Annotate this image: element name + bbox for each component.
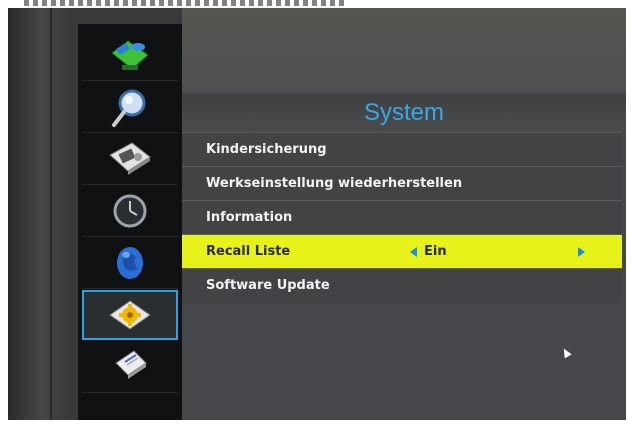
sidebar-item-network[interactable] bbox=[82, 238, 178, 289]
sidebar-item-timer[interactable] bbox=[82, 186, 178, 237]
page-title: System bbox=[182, 94, 626, 132]
screen-bezel bbox=[8, 8, 68, 420]
globe-icon bbox=[117, 247, 143, 279]
menu-item-label: Recall Liste bbox=[206, 244, 291, 259]
content-panel: System Kindersicherung Werkseinstellung … bbox=[182, 8, 626, 420]
menu-item-label: Information bbox=[206, 210, 293, 225]
menu-item-software-update[interactable]: Software Update bbox=[182, 268, 622, 302]
arrow-right-icon[interactable] bbox=[578, 247, 585, 257]
tv-screen: System Kindersicherung Werkseinstellung … bbox=[8, 8, 626, 420]
sidebar-item-media[interactable] bbox=[82, 134, 178, 185]
system-menu: Kindersicherung Werkseinstellung wiederh… bbox=[182, 132, 626, 302]
satellite-dish-icon bbox=[111, 40, 149, 70]
magnifier-icon bbox=[112, 89, 146, 127]
sidebar-item-info[interactable] bbox=[82, 342, 178, 393]
menu-item-label: Werkseinstellung wiederherstellen bbox=[206, 176, 463, 191]
preview-area bbox=[182, 8, 626, 92]
sidebar-item-installation[interactable] bbox=[82, 30, 178, 81]
arrow-left-icon[interactable] bbox=[410, 247, 417, 257]
menu-item-label: Kindersicherung bbox=[206, 142, 327, 157]
menu-item-kindersicherung[interactable]: Kindersicherung bbox=[182, 132, 622, 166]
sidebar bbox=[78, 24, 182, 420]
document-icon bbox=[115, 350, 147, 379]
sidebar-item-system[interactable] bbox=[82, 290, 178, 340]
scan-marks bbox=[24, 0, 344, 6]
settings-gear-icon bbox=[109, 300, 151, 330]
menu-item-value: Ein bbox=[424, 244, 447, 259]
menu-item-werkseinstellung[interactable]: Werkseinstellung wiederherstellen bbox=[182, 166, 622, 200]
menu-item-recall-liste[interactable]: Recall Liste Ein bbox=[182, 234, 622, 268]
clock-icon bbox=[113, 194, 147, 228]
menu-item-label: Software Update bbox=[206, 278, 330, 293]
sidebar-item-search[interactable] bbox=[82, 82, 178, 133]
menu-item-information[interactable]: Information bbox=[182, 200, 622, 234]
media-player-icon bbox=[109, 142, 151, 175]
